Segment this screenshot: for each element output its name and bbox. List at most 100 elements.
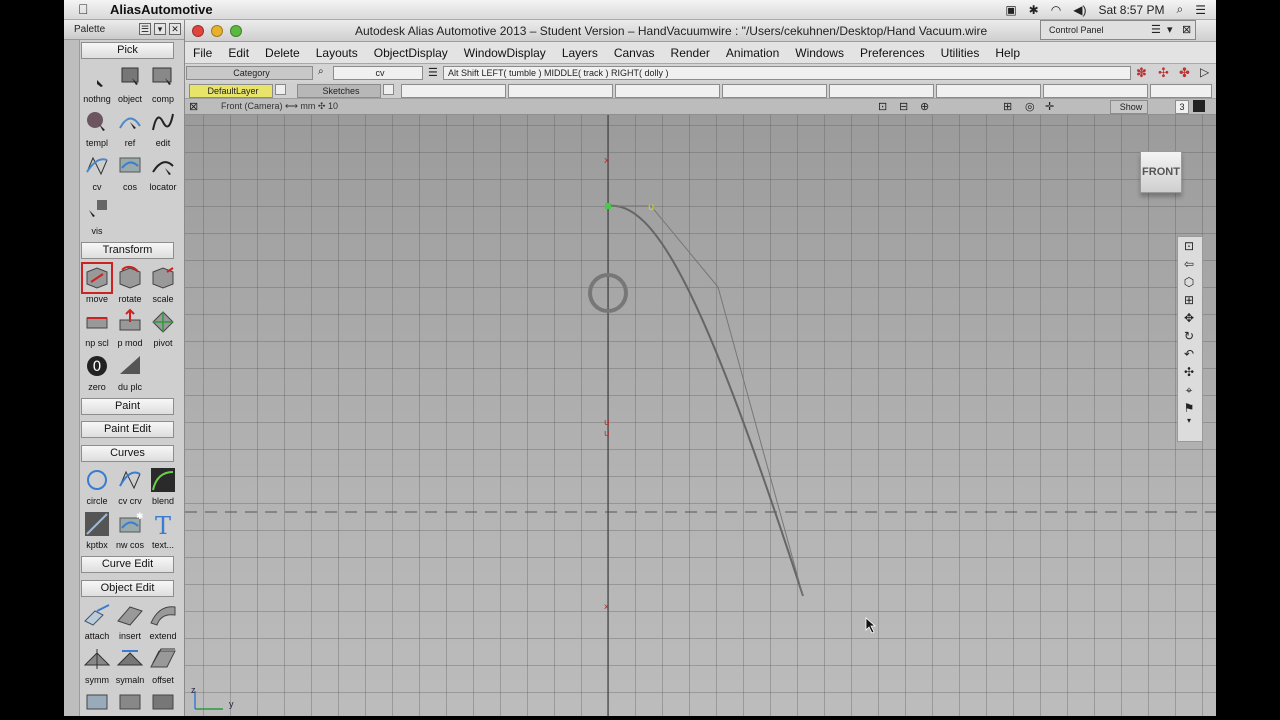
menu-edit[interactable]: Edit bbox=[220, 42, 257, 63]
clock[interactable]: Sat 8:57 PM bbox=[1098, 3, 1164, 17]
section-pick[interactable]: Pick bbox=[81, 42, 174, 59]
menu-animation[interactable]: Animation bbox=[718, 42, 787, 63]
tool-symmetry[interactable]: symm bbox=[81, 643, 113, 687]
camera-icon[interactable]: ▣ bbox=[1005, 3, 1016, 17]
tool-pick-template[interactable]: templ bbox=[81, 106, 113, 150]
tool-pick-object[interactable]: object bbox=[114, 62, 146, 106]
tool-zero-transform[interactable]: 0 zero bbox=[81, 350, 113, 394]
viewport-axes-icon[interactable]: ✛ bbox=[1045, 100, 1054, 113]
category-search-input[interactable]: cv bbox=[333, 66, 423, 80]
view-undo-icon[interactable]: ↶ bbox=[1178, 345, 1200, 363]
tool-object-edit-more-1[interactable] bbox=[81, 687, 113, 716]
tool-pivot[interactable]: pivot bbox=[147, 306, 179, 350]
menu-help[interactable]: Help bbox=[987, 42, 1028, 63]
viewport-camera-icon[interactable]: ⊟ bbox=[899, 100, 908, 113]
tool-extend[interactable]: extend bbox=[147, 599, 179, 643]
volume-icon[interactable]: ◀) bbox=[1073, 3, 1086, 17]
menu-render[interactable]: Render bbox=[663, 42, 718, 63]
dolly-icon[interactable]: ✤ bbox=[1179, 65, 1190, 81]
view-frame-icon[interactable]: ⊞ bbox=[1178, 291, 1200, 309]
section-paint[interactable]: Paint bbox=[81, 398, 174, 415]
menu-windows[interactable]: Windows bbox=[787, 42, 852, 63]
apple-menu-icon[interactable]:  bbox=[78, 1, 89, 17]
track-icon[interactable]: ✣ bbox=[1158, 65, 1169, 81]
tool-circle[interactable]: circle bbox=[81, 464, 113, 508]
tool-pick-reference[interactable]: ref bbox=[114, 106, 146, 150]
show-button[interactable]: Show bbox=[1110, 100, 1148, 114]
layer-slot-2[interactable] bbox=[508, 84, 613, 98]
control-panel-menu-icon[interactable]: ☰ bbox=[1151, 23, 1161, 36]
tool-object-edit-more-2[interactable] bbox=[114, 687, 146, 716]
tool-move[interactable]: move bbox=[81, 262, 113, 306]
tool-proportional-modify[interactable]: p mod bbox=[114, 306, 146, 350]
list-icon[interactable]: ☰ bbox=[1195, 3, 1206, 17]
menu-canvas[interactable]: Canvas bbox=[606, 42, 663, 63]
view-back-icon[interactable]: ⇦ bbox=[1178, 255, 1200, 273]
layer-slot-7[interactable] bbox=[1043, 84, 1148, 98]
section-paint-edit[interactable]: Paint Edit bbox=[81, 421, 174, 438]
layer-default-visibility[interactable] bbox=[275, 84, 286, 95]
layer-sketches-visibility[interactable] bbox=[383, 84, 394, 95]
menu-windowdisplay[interactable]: WindowDisplay bbox=[456, 42, 554, 63]
view-move-icon[interactable]: ✣ bbox=[1178, 363, 1200, 381]
tool-insert[interactable]: insert bbox=[114, 599, 146, 643]
menu-layouts[interactable]: Layouts bbox=[308, 42, 366, 63]
viewport-drawing[interactable]: u x u u x bbox=[185, 115, 1216, 716]
palette-close-icon[interactable]: ✕ bbox=[169, 23, 181, 35]
layer-slot-5[interactable] bbox=[829, 84, 934, 98]
layer-sketches[interactable]: Sketches bbox=[297, 84, 381, 98]
tool-symmetry-align[interactable]: symaln bbox=[114, 643, 146, 687]
viewport-zoom-icon[interactable]: ⊡ bbox=[878, 100, 887, 113]
layer-slot-8[interactable] bbox=[1150, 84, 1212, 98]
category-label[interactable]: Category bbox=[186, 66, 313, 80]
tumble-icon[interactable]: ✽ bbox=[1136, 65, 1147, 81]
menu-layers[interactable]: Layers bbox=[554, 42, 606, 63]
viewport-magnify-icon[interactable]: ⊕ bbox=[920, 100, 929, 113]
tool-pick-cos[interactable]: cos bbox=[114, 150, 146, 194]
palette-menu-icon[interactable]: ☰ bbox=[139, 23, 151, 35]
layer-slot-6[interactable] bbox=[936, 84, 1041, 98]
view-look-icon[interactable]: ⌖ bbox=[1178, 381, 1200, 399]
layer-default[interactable]: DefaultLayer bbox=[189, 84, 273, 98]
view-orbit-icon[interactable]: ↻ bbox=[1178, 327, 1200, 345]
view-fit-icon[interactable]: ⊡ bbox=[1178, 237, 1200, 255]
tool-blend-curve[interactable]: blend bbox=[147, 464, 179, 508]
layer-slot-4[interactable] bbox=[722, 84, 827, 98]
tool-cv-curve[interactable]: cv crv bbox=[114, 464, 146, 508]
palette-collapse-icon[interactable]: ▾ bbox=[154, 23, 166, 35]
view-more-icon[interactable]: ▾ bbox=[1178, 417, 1200, 427]
viewport-canvas[interactable]: u x u u x z y bbox=[185, 115, 1216, 716]
bluetooth-icon[interactable]: ✱ bbox=[1029, 3, 1039, 17]
tool-pick-visible[interactable]: vis bbox=[81, 194, 113, 238]
layer-slot-3[interactable] bbox=[615, 84, 720, 98]
tool-duplicate-place[interactable]: du plc bbox=[114, 350, 146, 394]
section-curve-edit[interactable]: Curve Edit bbox=[81, 556, 174, 573]
minimize-button[interactable] bbox=[211, 25, 223, 37]
viewport-maximize-icon[interactable] bbox=[1193, 100, 1205, 112]
layer-slot-1[interactable] bbox=[401, 84, 506, 98]
tool-nonprop-scale[interactable]: np scl bbox=[81, 306, 113, 350]
tool-keypoint-box[interactable]: kptbx bbox=[81, 508, 113, 552]
tool-object-edit-more-3[interactable] bbox=[147, 687, 179, 716]
tool-pick-component[interactable]: comp bbox=[147, 62, 179, 106]
palette-side-strip[interactable] bbox=[64, 40, 80, 716]
control-panel-collapse-icon[interactable]: ▾ bbox=[1167, 23, 1173, 36]
menu-file[interactable]: File bbox=[185, 42, 220, 63]
tool-pick-nothing[interactable]: nothng bbox=[81, 62, 113, 106]
menu-delete[interactable]: Delete bbox=[257, 42, 308, 63]
shelf-arrow-icon[interactable]: ▷ bbox=[1200, 65, 1209, 79]
section-curves[interactable]: Curves bbox=[81, 445, 174, 462]
zoom-button[interactable] bbox=[230, 25, 242, 37]
section-object-edit[interactable]: Object Edit bbox=[81, 580, 174, 597]
close-button[interactable] bbox=[192, 25, 204, 37]
tool-pick-cv[interactable]: cv bbox=[81, 150, 113, 194]
view-bookmark-icon[interactable]: ⚑ bbox=[1178, 399, 1200, 417]
view-cube-icon[interactable]: ⬡ bbox=[1178, 273, 1200, 291]
tool-attach[interactable]: attach bbox=[81, 599, 113, 643]
app-name[interactable]: AliasAutomotive bbox=[110, 2, 213, 17]
menu-utilities[interactable]: Utilities bbox=[933, 42, 988, 63]
tool-offset[interactable]: offset bbox=[147, 643, 179, 687]
viewport-close-icon[interactable]: ⊠ bbox=[189, 100, 198, 113]
menu-objectdisplay[interactable]: ObjectDisplay bbox=[366, 42, 456, 63]
view-pan-icon[interactable]: ✥ bbox=[1178, 309, 1200, 327]
